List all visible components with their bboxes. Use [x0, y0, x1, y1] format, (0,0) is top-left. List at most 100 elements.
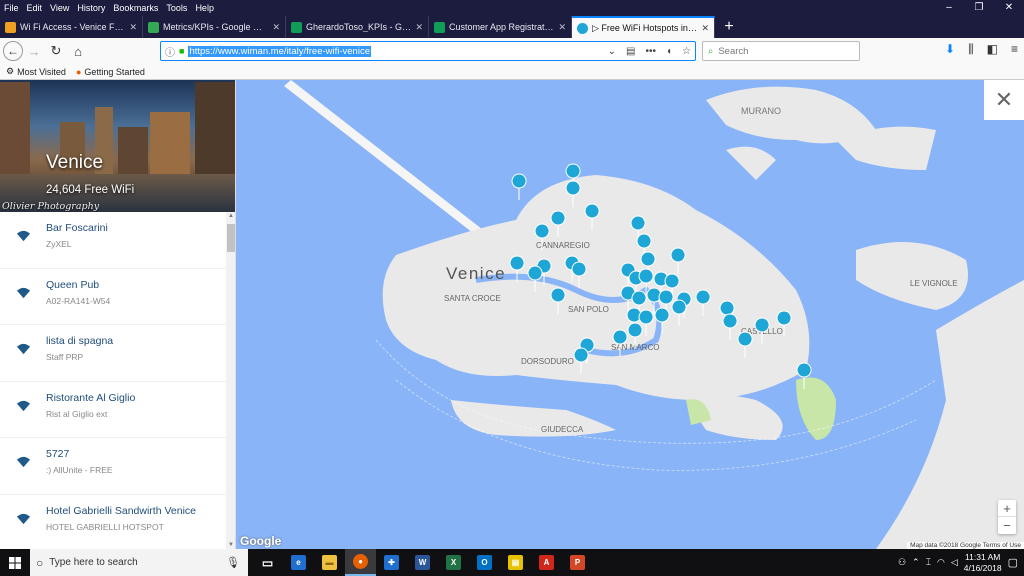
close-window-button[interactable]: ✕: [994, 0, 1024, 16]
word-button[interactable]: W: [407, 549, 438, 576]
network-icon[interactable]: ⌶: [926, 557, 931, 568]
tab-close-icon[interactable]: ✕: [415, 22, 423, 33]
navigation-bar: ← → ↻ ⌂ ⓘ ■ https://www.wiman.me/italy/f…: [0, 38, 1024, 64]
tab-customer-app-registrations[interactable]: Customer App Registrations - G ✕: [429, 16, 572, 38]
tab-wifi-hotspots-venice[interactable]: ▷ Free WiFi Hotspots in Venice ✕: [572, 16, 715, 38]
task-view-button[interactable]: ▭: [252, 549, 283, 576]
home-button[interactable]: ⌂: [67, 44, 89, 59]
tab-close-icon[interactable]: ✕: [701, 23, 709, 34]
map-view[interactable]: MURANO Venice SANTA CROCE CANNAREGIO SAN…: [236, 80, 1024, 549]
library-icon[interactable]: ⫼: [968, 42, 974, 57]
tab-close-icon[interactable]: ✕: [272, 22, 280, 33]
taskbar-search-input[interactable]: Type here to search: [49, 557, 137, 568]
sticky-notes-button[interactable]: ▤: [500, 549, 531, 576]
hotspot-pin[interactable]: [511, 173, 527, 201]
sidebar-toggle-icon[interactable]: ◧: [987, 42, 998, 57]
zoom-out-button[interactable]: −: [998, 517, 1016, 534]
file-explorer-button[interactable]: ▬: [314, 549, 345, 576]
menu-file[interactable]: File: [0, 3, 23, 13]
bookmark-star-icon[interactable]: ☆: [682, 46, 691, 57]
wifi-icon[interactable]: ◠: [937, 557, 945, 568]
wifi-icon: [16, 513, 31, 524]
menu-help[interactable]: Help: [191, 3, 218, 13]
hotspot-item[interactable]: Ristorante Al Giglio Rist al Giglio ext: [0, 382, 226, 438]
scroll-down-icon[interactable]: ▼: [226, 542, 235, 548]
pocket-icon[interactable]: ◖: [666, 46, 672, 57]
bookmarks-toolbar: ⚙ Most Visited ● Getting Started: [0, 64, 1024, 80]
tab-close-icon[interactable]: ✕: [558, 22, 566, 33]
new-tab-button[interactable]: +: [715, 16, 743, 38]
microphone-icon[interactable]: 🎙: [226, 556, 240, 569]
folder-icon: ▬: [322, 555, 337, 570]
window-controls: – ❐ ✕: [934, 0, 1024, 16]
sidebar-scrollbar[interactable]: ▲ ▼: [226, 212, 235, 549]
close-map-button[interactable]: ✕: [984, 80, 1024, 120]
menu-tools[interactable]: Tools: [162, 3, 191, 13]
back-button[interactable]: ←: [3, 41, 23, 61]
forward-button[interactable]: →: [23, 44, 45, 59]
hotspot-item[interactable]: Bar Foscarini ZyXEL: [0, 212, 226, 269]
hamburger-menu-icon[interactable]: ≡: [1011, 42, 1018, 57]
start-button[interactable]: [0, 549, 30, 576]
wifi-icon: [16, 230, 31, 242]
hotspot-item[interactable]: Hotel Gabrielli Sandwirth Venice HOTEL GA…: [0, 495, 226, 550]
menu-history[interactable]: History: [73, 3, 109, 13]
tab-wifi-forum[interactable]: Wi Fi Access - Venice Forum - T ✕: [0, 16, 143, 38]
maximize-button[interactable]: ❐: [964, 0, 994, 16]
acrobat-button[interactable]: A: [531, 549, 562, 576]
clock[interactable]: 11:31 AM 4/16/2018: [964, 552, 1002, 574]
tab-google-sheets-kpis[interactable]: GherardoToso_KPIs - Google Sh ✕: [286, 16, 429, 38]
people-icon[interactable]: ⚇: [898, 557, 906, 568]
hotspot-name: Queen Pub: [46, 278, 100, 291]
info-icon[interactable]: ⓘ: [165, 44, 175, 59]
show-hidden-icons[interactable]: ⌃: [912, 557, 920, 568]
park-area: [796, 377, 836, 440]
hotspot-item[interactable]: Queen Pub A02-RA141-W54: [0, 269, 226, 325]
taskbar-search[interactable]: ○ Type here to search 🎙: [30, 549, 248, 576]
tab-strip: Wi Fi Access - Venice Forum - T ✕ Metric…: [0, 16, 1024, 38]
outlook-button[interactable]: O: [469, 549, 500, 576]
menu-edit[interactable]: Edit: [23, 3, 47, 13]
wifi-icon: [577, 22, 588, 34]
minimize-button[interactable]: –: [934, 0, 964, 16]
hotspot-item[interactable]: lista di spagna Staff PRP: [0, 325, 226, 382]
hotspot-item[interactable]: 5727:) AllUnite - FREE: [0, 438, 226, 495]
wifi-icon: [16, 343, 31, 355]
google-logo[interactable]: Google: [240, 534, 281, 548]
map-canvas: MURANO Venice SANTA CROCE CANNAREGIO SAN…: [284, 80, 1024, 549]
notifications-icon[interactable]: ▢: [1008, 556, 1018, 569]
label-giudecca: GIUDECCA: [541, 425, 584, 434]
page-actions-icon[interactable]: •••: [645, 46, 656, 57]
scroll-up-icon[interactable]: ▲: [226, 213, 235, 219]
download-icon[interactable]: ⬇: [945, 42, 955, 57]
zoom-in-button[interactable]: +: [998, 500, 1016, 517]
dropdown-icon[interactable]: ⌄: [608, 46, 616, 57]
menu-bookmarks[interactable]: Bookmarks: [109, 3, 162, 13]
bookmark-most-visited[interactable]: ⚙ Most Visited: [6, 66, 66, 77]
hotspot-name: Bar Foscarini: [46, 222, 108, 234]
scroll-thumb[interactable]: [227, 224, 235, 252]
security-button[interactable]: ✚: [376, 549, 407, 576]
search-input[interactable]: Search: [718, 46, 748, 57]
firefox-button[interactable]: ●: [345, 549, 376, 576]
reader-view-icon[interactable]: ▤: [626, 46, 635, 57]
tab-title: Metrics/KPIs - Google Drive: [163, 22, 269, 32]
cortana-icon: ○: [36, 555, 44, 570]
excel-button[interactable]: X: [438, 549, 469, 576]
volume-icon[interactable]: ◁: [951, 557, 958, 568]
menu-view[interactable]: View: [46, 3, 73, 13]
url-bar[interactable]: ⓘ ■ https://www.wiman.me/italy/free-wifi…: [160, 41, 696, 61]
firefox-icon: ●: [75, 66, 82, 77]
bookmark-getting-started[interactable]: ● Getting Started: [76, 67, 145, 77]
task-view-icon: ▭: [261, 555, 274, 570]
url-text[interactable]: https://www.wiman.me/italy/free-wifi-ven…: [188, 45, 371, 57]
system-tray: ⚇ ⌃ ⌶ ◠ ◁ 11:31 AM 4/16/2018 ▢: [898, 552, 1024, 574]
edge-button[interactable]: e: [283, 549, 314, 576]
powerpoint-button[interactable]: P: [562, 549, 593, 576]
tab-close-icon[interactable]: ✕: [129, 22, 137, 33]
map-attribution[interactable]: Map data ©2018 Google Terms of Use: [907, 542, 1024, 549]
tab-google-drive[interactable]: Metrics/KPIs - Google Drive ✕: [143, 16, 286, 38]
bookmark-label: Most Visited: [17, 66, 66, 77]
reload-button[interactable]: ↻: [45, 43, 67, 59]
search-box[interactable]: ⌕ Search: [702, 41, 860, 61]
